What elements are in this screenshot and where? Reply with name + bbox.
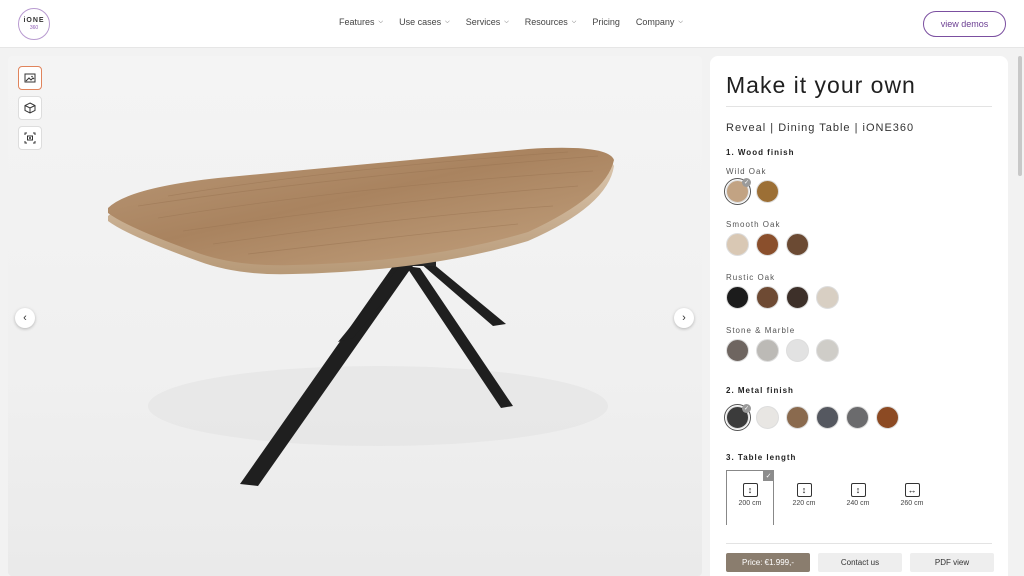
length-arrows-icon: ↕ — [742, 483, 758, 497]
swatch-rustic-oak-1[interactable] — [726, 286, 749, 309]
wild-oak-swatches: ✓ — [724, 178, 779, 205]
chevron-down-icon: ⌵ — [571, 18, 577, 25]
group-smooth-oak: Smooth Oak — [726, 220, 781, 229]
site-header: iONE 360 Features ⌵ Use cases ⌵ Services ⌵ … — [0, 0, 1024, 48]
swatch-stone-3[interactable] — [786, 339, 809, 362]
stone-marble-swatches — [726, 339, 839, 362]
product-viewer[interactable]: ‹ › — [8, 56, 702, 576]
nav-features[interactable]: Features ⌵ — [339, 17, 383, 27]
action-buttons: Price: €1.999,- Contact us PDF view — [726, 553, 994, 572]
logo-text: iONE — [23, 17, 45, 24]
section-wood-finish: 1. Wood finish — [726, 148, 795, 157]
swatch-stone-4[interactable] — [816, 339, 839, 362]
swatch-wild-oak-1[interactable]: ✓ — [724, 178, 751, 205]
swatch-metal-6[interactable] — [876, 406, 899, 429]
nav-services[interactable]: Services ⌵ — [466, 17, 509, 27]
length-arrows-icon: ↕ — [796, 483, 812, 497]
configurator-panel: Make it your own Reveal | Dining Table |… — [710, 56, 1008, 576]
rustic-oak-swatches — [726, 286, 839, 309]
length-label: 200 cm — [738, 500, 762, 507]
main-nav: Features ⌵ Use cases ⌵ Services ⌵ Resources… — [339, 17, 683, 27]
swatch-smooth-oak-2[interactable] — [756, 233, 779, 256]
length-label: 260 cm — [900, 500, 924, 507]
smooth-oak-swatches — [726, 233, 809, 256]
next-image-button[interactable]: › — [674, 308, 694, 328]
chevron-down-icon: ⌵ — [504, 18, 509, 25]
chevron-left-icon: ‹ — [23, 312, 27, 324]
nav-pricing[interactable]: Pricing — [592, 17, 620, 27]
nav-company[interactable]: Company ⌵ — [636, 17, 683, 27]
contact-us-button[interactable]: Contact us — [818, 553, 902, 572]
length-option-260[interactable]: ↔ 260 cm — [888, 470, 936, 525]
check-icon: ✓ — [742, 404, 751, 413]
nav-resources[interactable]: Resources ⌵ — [525, 17, 577, 27]
swatch-rustic-oak-3[interactable] — [786, 286, 809, 309]
swatch-metal-3[interactable] — [786, 406, 809, 429]
swatch-stone-2[interactable] — [756, 339, 779, 362]
chevron-down-icon: ⌵ — [678, 18, 683, 25]
section-metal-finish: 2. Metal finish — [726, 386, 794, 395]
group-wild-oak: Wild Oak — [726, 167, 767, 176]
length-arrows-icon: ↕ — [850, 483, 866, 497]
swatch-smooth-oak-3[interactable] — [786, 233, 809, 256]
logo-number: 360 — [29, 25, 39, 31]
section-table-length: 3. Table length — [726, 453, 797, 462]
panel-title: Make it your own — [726, 72, 916, 98]
length-option-200[interactable]: ✓ ↕ 200 cm — [726, 470, 774, 525]
length-option-220[interactable]: ↕ 220 cm — [780, 470, 828, 525]
swatch-wild-oak-2[interactable] — [756, 180, 779, 203]
length-option-240[interactable]: ↕ 240 cm — [834, 470, 882, 525]
check-icon: ✓ — [742, 178, 751, 187]
swatch-smooth-oak-1[interactable] — [726, 233, 749, 256]
price-button[interactable]: Price: €1.999,- — [726, 553, 810, 572]
length-label: 220 cm — [792, 500, 816, 507]
dining-table-image — [108, 147, 614, 486]
chevron-down-icon: ⌵ — [445, 18, 450, 25]
swatch-stone-1[interactable] — [726, 339, 749, 362]
swatch-rustic-oak-4[interactable] — [816, 286, 839, 309]
swatch-metal-1[interactable]: ✓ — [724, 404, 751, 431]
chevron-down-icon: ⌵ — [378, 18, 384, 25]
metal-swatches: ✓ — [724, 404, 899, 431]
swatch-rustic-oak-2[interactable] — [756, 286, 779, 309]
product-subtitle: Reveal | Dining Table | iONE360 — [726, 122, 915, 134]
group-rustic-oak: Rustic Oak — [726, 273, 776, 282]
length-options: ✓ ↕ 200 cm ↕ 220 cm ↕ 240 cm ↔ 260 cm — [726, 470, 936, 525]
chevron-right-icon: › — [682, 312, 686, 324]
divider — [726, 106, 992, 107]
width-arrows-icon: ↔ — [904, 483, 920, 497]
page-scrollbar[interactable] — [1018, 56, 1022, 176]
view-demos-button[interactable]: view demos — [923, 11, 1006, 37]
length-label: 240 cm — [846, 500, 870, 507]
swatch-metal-2[interactable] — [756, 406, 779, 429]
group-stone-marble: Stone & Marble — [726, 326, 796, 335]
check-icon: ✓ — [763, 470, 774, 481]
divider — [726, 543, 992, 544]
prev-image-button[interactable]: ‹ — [15, 308, 35, 328]
swatch-metal-5[interactable] — [846, 406, 869, 429]
swatch-metal-4[interactable] — [816, 406, 839, 429]
ione360-logo[interactable]: iONE 360 — [18, 8, 50, 40]
nav-use-cases[interactable]: Use cases ⌵ — [399, 17, 450, 27]
pdf-view-button[interactable]: PDF view — [910, 553, 994, 572]
